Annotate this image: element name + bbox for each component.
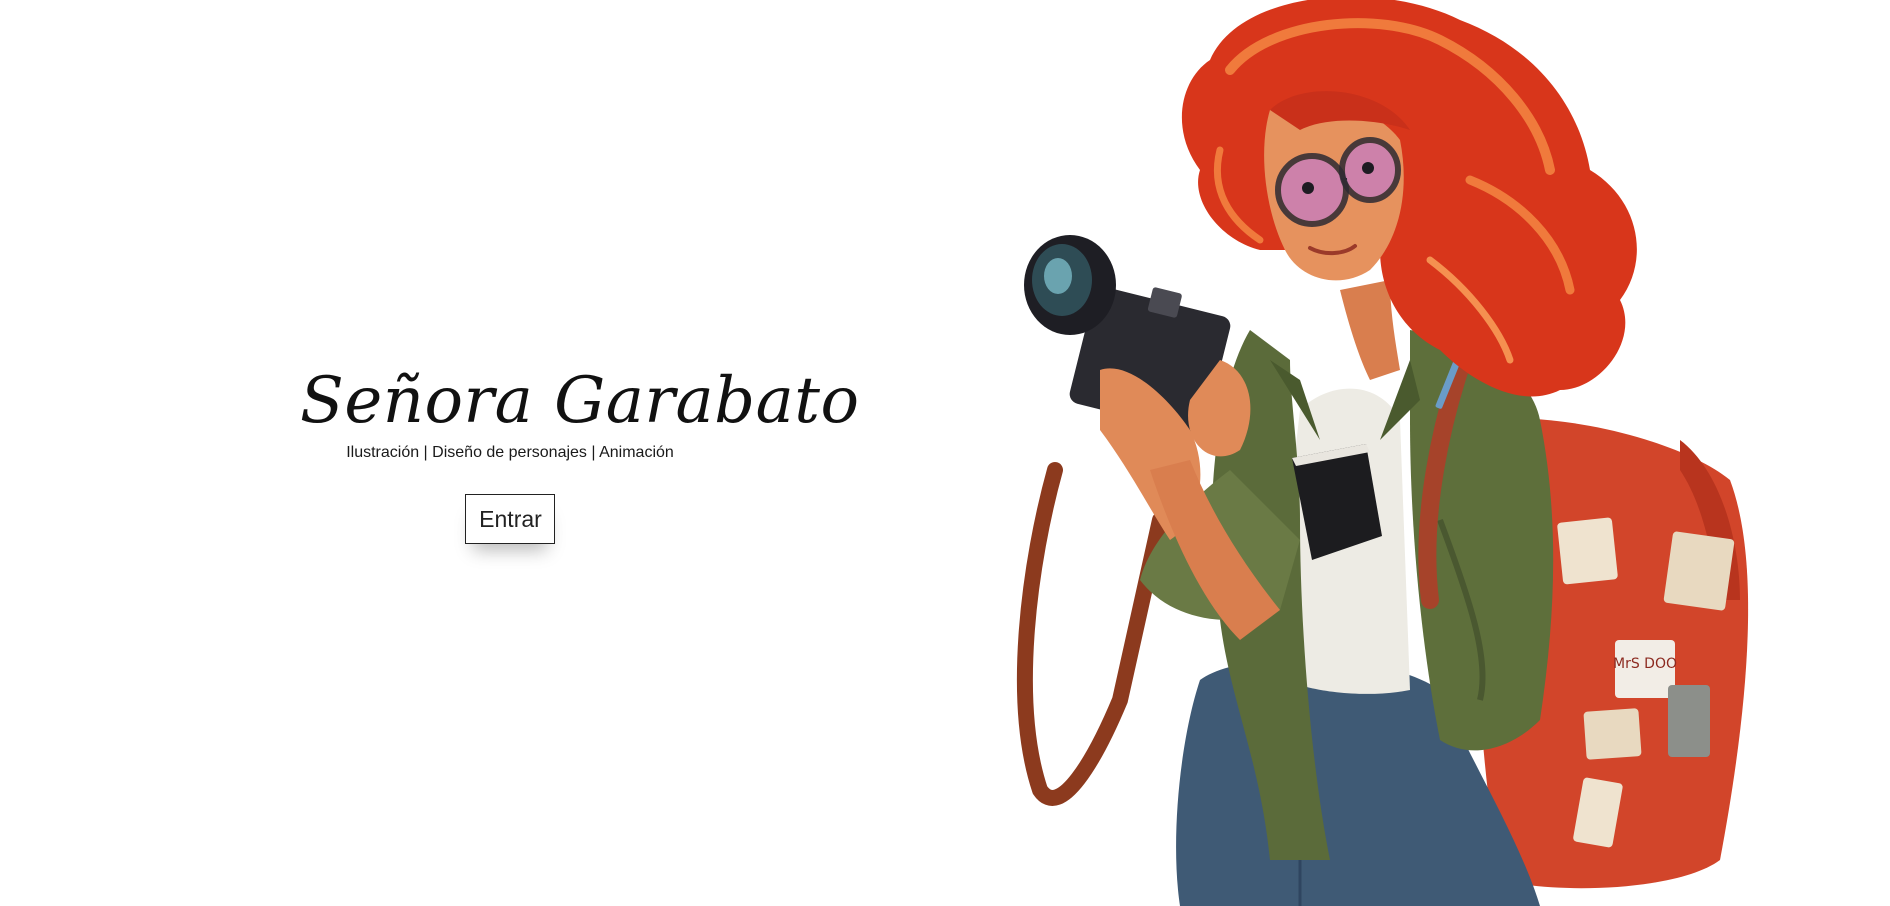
enter-button[interactable]: Entrar xyxy=(465,494,555,544)
site-title: Señora Garabato xyxy=(300,364,860,438)
landing-page: Señora Garabato Ilustración | Diseño de … xyxy=(0,0,1890,906)
photographer-illustration: MrS DOO xyxy=(1016,0,1749,906)
hero-intro: Señora Garabato Ilustración | Diseño de … xyxy=(300,362,860,544)
site-tagline: Ilustración | Diseño de personajes | Ani… xyxy=(346,444,674,461)
backpack-badge-text: MrS DOO xyxy=(1613,656,1677,672)
hero-illustration: MrS DOO xyxy=(1000,0,1780,906)
camera-strap xyxy=(1016,462,1168,806)
